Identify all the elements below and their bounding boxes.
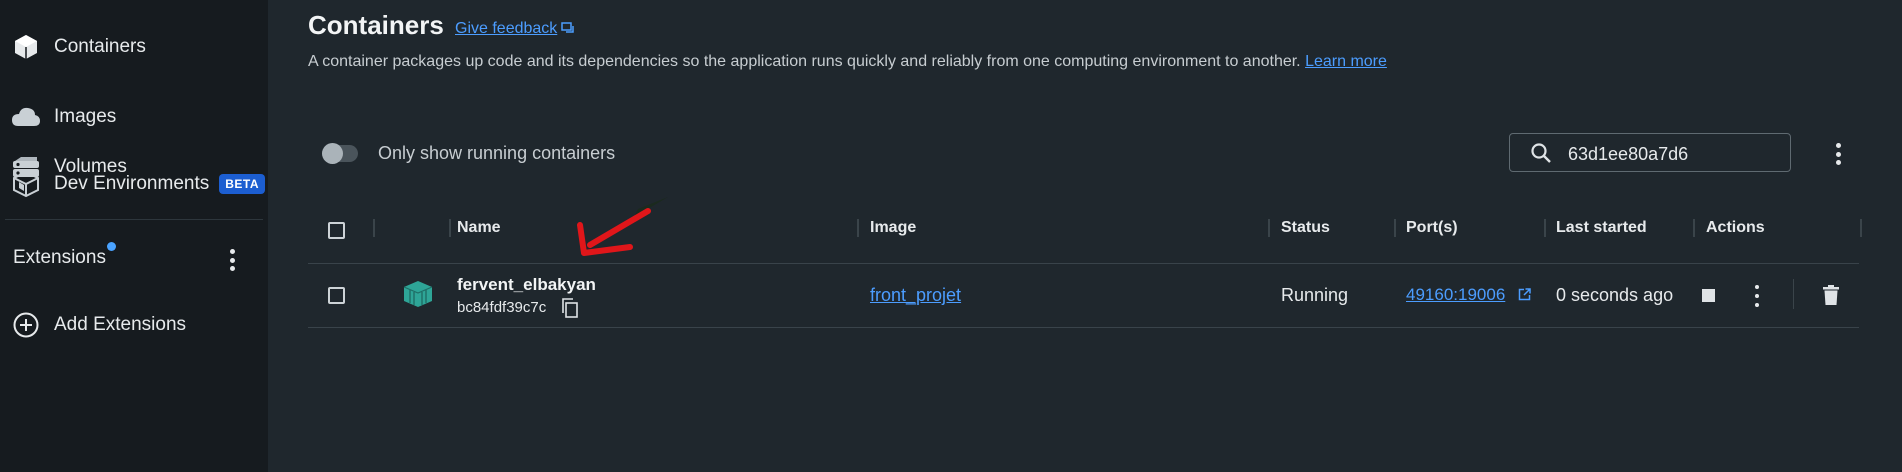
row-divider bbox=[308, 327, 1859, 328]
dev-env-cube-icon bbox=[10, 170, 42, 198]
extensions-label: Extensions bbox=[13, 247, 106, 268]
sidebar-item-label: Dev Environments bbox=[54, 173, 210, 194]
stop-button[interactable] bbox=[1702, 289, 1715, 302]
description-text: A container packages up code and its dep… bbox=[308, 53, 1301, 70]
column-header-status[interactable]: Status bbox=[1281, 219, 1330, 237]
add-extensions-label: Add Extensions bbox=[54, 314, 187, 335]
row-checkbox[interactable] bbox=[328, 287, 345, 304]
learn-more-link[interactable]: Learn more bbox=[1305, 53, 1387, 70]
delete-button[interactable] bbox=[1823, 285, 1839, 310]
cloud-icon bbox=[10, 103, 42, 131]
sidebar-item-images[interactable]: Images bbox=[10, 101, 116, 133]
column-header-name[interactable]: Name bbox=[457, 219, 501, 237]
sidebar-item-containers[interactable]: Containers bbox=[10, 31, 146, 63]
search-input[interactable] bbox=[1566, 141, 1780, 167]
feedback-icon[interactable] bbox=[561, 22, 575, 40]
more-options-button[interactable] bbox=[1828, 141, 1848, 167]
sidebar-item-label: Containers bbox=[54, 36, 146, 57]
column-separator bbox=[1860, 219, 1862, 237]
container-id: bc84fdf39c7c bbox=[457, 299, 547, 316]
port-link[interactable]: 49160:19006 bbox=[1406, 285, 1505, 305]
search-box[interactable] bbox=[1509, 133, 1791, 172]
external-link-icon[interactable] bbox=[1518, 288, 1531, 306]
toggle-knob bbox=[322, 143, 343, 164]
copy-icon[interactable] bbox=[559, 297, 581, 324]
beta-badge: BETA bbox=[219, 174, 266, 194]
column-header-last-started[interactable]: Last started bbox=[1556, 219, 1647, 237]
column-header-actions: Actions bbox=[1706, 219, 1765, 236]
give-feedback-link[interactable]: Give feedback bbox=[455, 20, 557, 38]
running-filter-label: Only show running containers bbox=[378, 143, 616, 163]
action-separator bbox=[1793, 279, 1794, 309]
column-separator bbox=[1268, 219, 1270, 237]
column-separator bbox=[373, 219, 375, 237]
container-name[interactable]: fervent_elbakyan bbox=[457, 275, 596, 295]
sidebar: Containers Images Volumes Dev Environmen… bbox=[0, 0, 268, 472]
last-started-text: 0 seconds ago bbox=[1556, 285, 1674, 305]
row-divider bbox=[308, 263, 1859, 264]
column-header-ports[interactable]: Port(s) bbox=[1406, 219, 1458, 237]
extensions-notification-dot bbox=[107, 242, 116, 251]
plus-circle-icon bbox=[10, 311, 42, 339]
extensions-more-menu-button[interactable] bbox=[222, 246, 242, 274]
column-separator bbox=[857, 219, 859, 237]
image-link[interactable]: front_projet bbox=[870, 285, 961, 306]
column-separator bbox=[1394, 219, 1396, 237]
column-separator bbox=[1693, 219, 1695, 237]
sidebar-item-label: Images bbox=[54, 106, 117, 127]
trash-icon bbox=[1823, 285, 1839, 305]
container-icon bbox=[401, 279, 435, 314]
annotation-arrow-icon bbox=[577, 197, 668, 256]
container-cube-icon bbox=[10, 33, 42, 61]
column-header-image[interactable]: Image bbox=[870, 219, 916, 237]
sidebar-item-dev-environments-row[interactable]: Dev Environments BETA bbox=[10, 168, 266, 200]
search-icon bbox=[1530, 142, 1552, 169]
add-extensions-button[interactable]: Add Extensions bbox=[10, 309, 186, 341]
column-separator bbox=[449, 219, 451, 237]
page-title: Containers bbox=[308, 10, 444, 40]
select-all-checkbox[interactable] bbox=[328, 222, 345, 239]
page-description: A container packages up code and its dep… bbox=[308, 53, 1387, 71]
status-text: Running bbox=[1281, 285, 1349, 305]
column-separator bbox=[1544, 219, 1546, 237]
sidebar-divider bbox=[5, 219, 263, 220]
running-filter-toggle[interactable] bbox=[322, 143, 358, 164]
row-more-options-button[interactable] bbox=[1752, 285, 1762, 307]
